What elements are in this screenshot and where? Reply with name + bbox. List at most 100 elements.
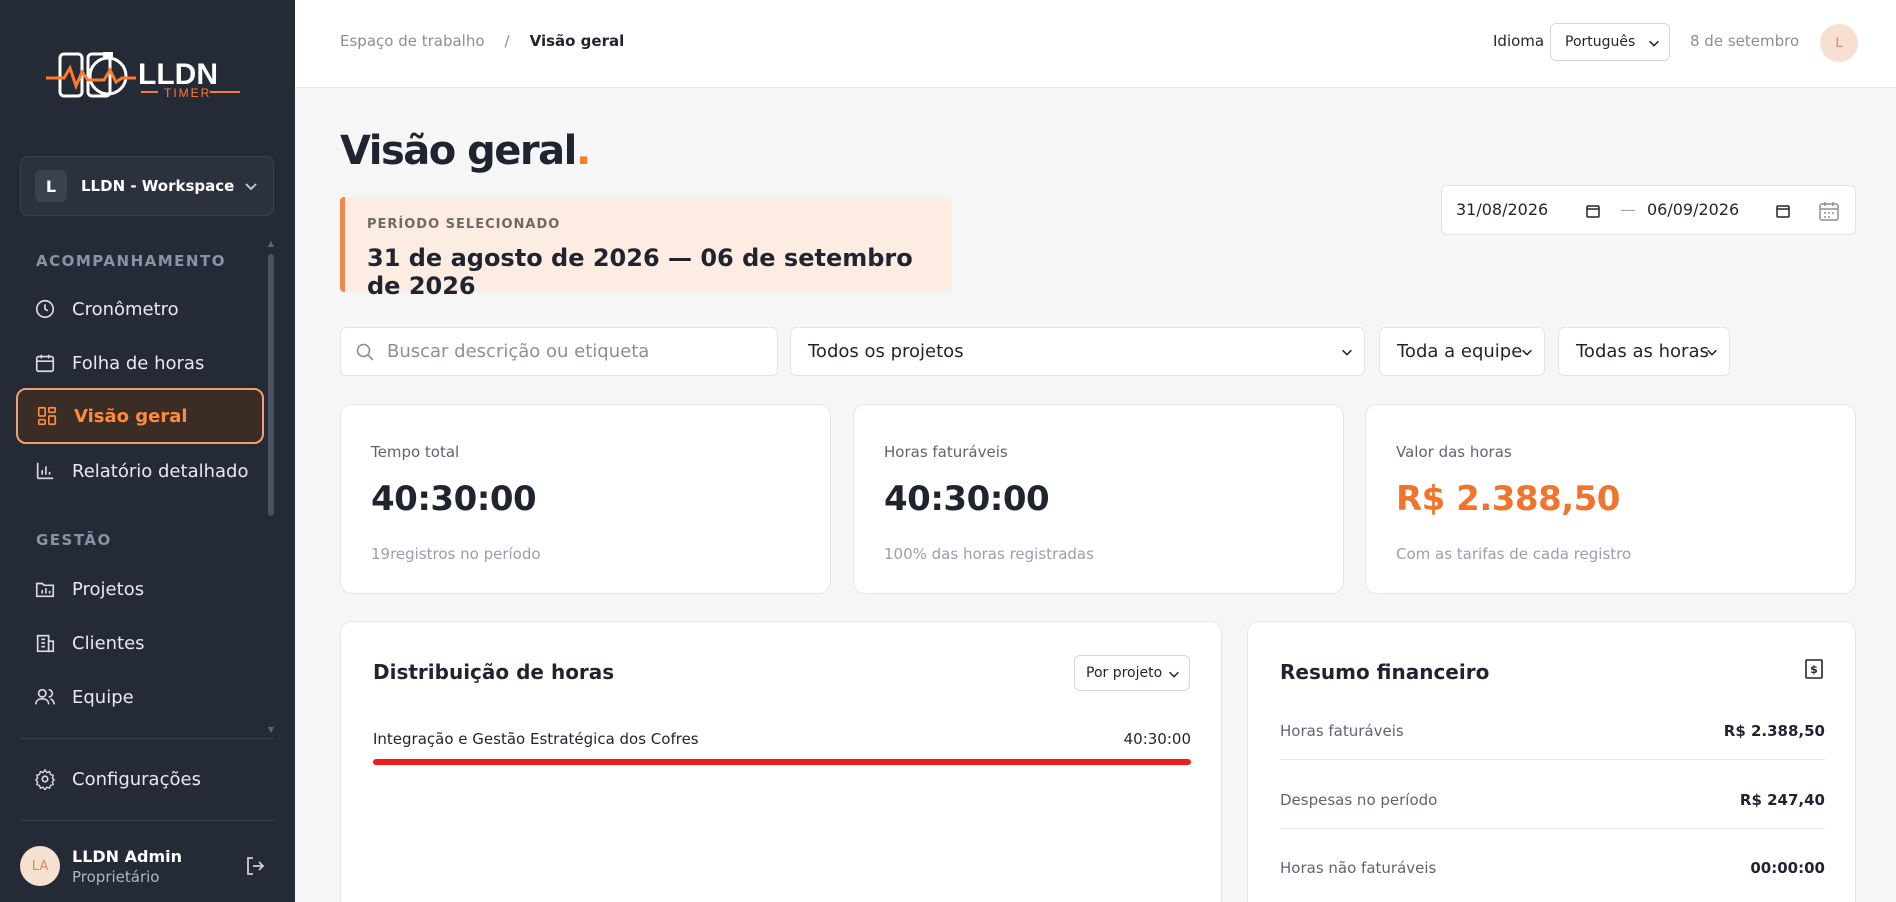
folder-chart-icon [35,582,55,598]
date-from-input[interactable]: 31/08/2026 [1456,200,1548,219]
avatar[interactable]: L [1820,24,1858,62]
logout-icon[interactable] [243,854,267,878]
sidebar-scrollbar[interactable] [268,254,274,516]
user-role: Proprietário [72,867,160,886]
search-input[interactable]: Buscar descrição ou etiqueta [340,327,778,376]
sidebar-item-overview[interactable]: Visão geral [16,388,264,444]
users-icon [35,688,55,705]
section-tracking-heading: ACOMPANHAMENTO [36,252,226,270]
gear-icon [34,768,56,790]
kpi-subtext: Com as tarifas de cada registro [1396,545,1632,563]
breadcrumb-separator: / [504,32,510,50]
breadcrumb-workspace[interactable]: Espaço de trabalho [340,32,485,50]
distribution-bar [373,759,1191,765]
group-by-select[interactable]: Por projeto [1074,655,1190,691]
chevron-down-icon [1169,671,1179,678]
project-filter-value: Todos os projetos [808,341,964,362]
finance-row-label: Despesas no período [1280,791,1438,809]
sidebar-divider [20,738,274,739]
financial-summary-card: Resumo financeiro $ Horas faturáveis R$ … [1247,621,1856,902]
hours-distribution-card: Distribuição de horas Por projeto Integr… [340,621,1222,902]
avatar: LA [20,846,60,886]
scroll-up-arrow[interactable]: ▲ [267,240,275,248]
search-placeholder: Buscar descrição ou etiqueta [387,341,650,362]
search-icon [356,343,374,361]
distribution-row-label: Integração e Gestão Estratégica dos Cofr… [373,730,699,748]
finance-row: Horas faturáveis R$ 2.388,50 [1280,692,1825,760]
sidebar-item-stopwatch[interactable]: Cronômetro [16,281,264,337]
breadcrumb-current: Visão geral [529,32,625,50]
sidebar-divider [20,820,274,821]
sidebar-item-label: Projetos [72,578,145,600]
kpi-value: 40:30:00 [884,479,1050,519]
calendar-icon [35,354,55,373]
workspace-name: LLDN - Workspace De [81,177,235,195]
hours-filter-value: Todas as horas [1576,341,1709,362]
scroll-down-arrow[interactable]: ▼ [267,726,275,734]
sidebar-item-clients[interactable]: Clientes [16,615,264,671]
workspace-switcher[interactable]: L LLDN - Workspace De [20,156,274,216]
finance-row: Despesas no período R$ 247,40 [1280,761,1825,829]
project-filter-select[interactable]: Todos os projetos [790,327,1365,376]
kpi-value: 40:30:00 [371,479,537,519]
team-filter-select[interactable]: Toda a equipe [1379,327,1545,376]
language-select[interactable]: Português [1550,23,1670,61]
sidebar-item-settings[interactable]: Configurações [16,751,264,807]
chevron-down-icon [245,183,257,191]
page-title-text: Visão geral [340,128,577,174]
sidebar-item-label: Visão geral [74,405,188,427]
sidebar-item-projects[interactable]: Projetos [16,561,264,617]
distribution-bar-track [373,759,1191,765]
clock-icon [35,299,55,319]
date-to-input[interactable]: 06/09/2026 [1647,200,1739,219]
sidebar-item-label: Equipe [72,686,134,708]
distribution-title: Distribuição de horas [373,660,615,684]
calendar-icon[interactable] [1775,203,1791,219]
page-title-dot: . [575,128,591,174]
chevron-down-icon [1649,40,1659,47]
sidebar: LLDN TIMER L LLDN - Workspace De ACOMPAN… [0,0,295,902]
kpi-subtext: 100% das horas registradas [884,545,1094,563]
kpi-label: Valor das horas [1396,443,1512,461]
user-profile[interactable]: LA LLDN Admin Proprietário [20,842,270,890]
kpi-subtext: 19registros no período [371,545,541,563]
period-label: PERÍODO SELECIONADO [367,217,561,232]
finance-row-label: Horas não faturáveis [1280,859,1437,877]
bar-chart-icon [36,462,54,480]
chevron-down-icon [1342,349,1352,356]
user-name: LLDN Admin [72,846,183,866]
sidebar-item-label: Folha de horas [72,352,205,374]
page-title: Visão geral. [340,128,591,174]
receipt-dollar-icon[interactable]: $ [1803,658,1825,680]
language-label: Idioma [1493,32,1545,50]
sidebar-item-label: Cronômetro [72,298,179,320]
sidebar-item-detailed-report[interactable]: Relatório detalhado [16,443,264,499]
kpi-card-billable-hours: Horas faturáveis 40:30:00 100% das horas… [853,404,1344,594]
sidebar-item-label: Configurações [72,768,201,790]
chevron-down-icon [1522,349,1532,356]
section-management-heading: GESTÃO [36,531,112,549]
calendar-icon[interactable] [1585,203,1601,219]
sidebar-item-timesheet[interactable]: Folha de horas [16,335,264,391]
svg-text:TIMER: TIMER [164,86,211,100]
calendar-grid-icon[interactable] [1818,200,1840,222]
logo-mark-icon: LLDN TIMER [46,52,240,100]
finance-row-value: 00:00:00 [1750,859,1825,877]
grid-icon [37,406,57,426]
building-icon [36,634,55,653]
period-value: 31 de agosto de 2026 — 06 de setembro de… [367,244,913,300]
finance-row-value: R$ 2.388,50 [1723,722,1825,740]
date-range-separator: — [1620,200,1636,219]
top-bar: Espaço de trabalho / Visão geral Idioma … [295,0,1896,88]
kpi-card-hours-value: Valor das horas R$ 2.388,50 Com as tarif… [1365,404,1856,594]
date-range-picker: 31/08/2026 — 06/09/2026 [1441,185,1856,235]
kpi-card-total-time: Tempo total 40:30:00 19registros no perí… [340,404,831,594]
kpi-value: R$ 2.388,50 [1396,479,1620,519]
hours-filter-select[interactable]: Todas as horas [1558,327,1730,376]
group-by-value: Por projeto [1086,665,1163,681]
workspace-badge: L [35,170,67,202]
language-value: Português [1565,34,1636,50]
app-logo[interactable]: LLDN TIMER [46,46,246,106]
finance-row: Horas não faturáveis 00:00:00 [1280,829,1825,897]
sidebar-item-team[interactable]: Equipe [16,669,264,725]
